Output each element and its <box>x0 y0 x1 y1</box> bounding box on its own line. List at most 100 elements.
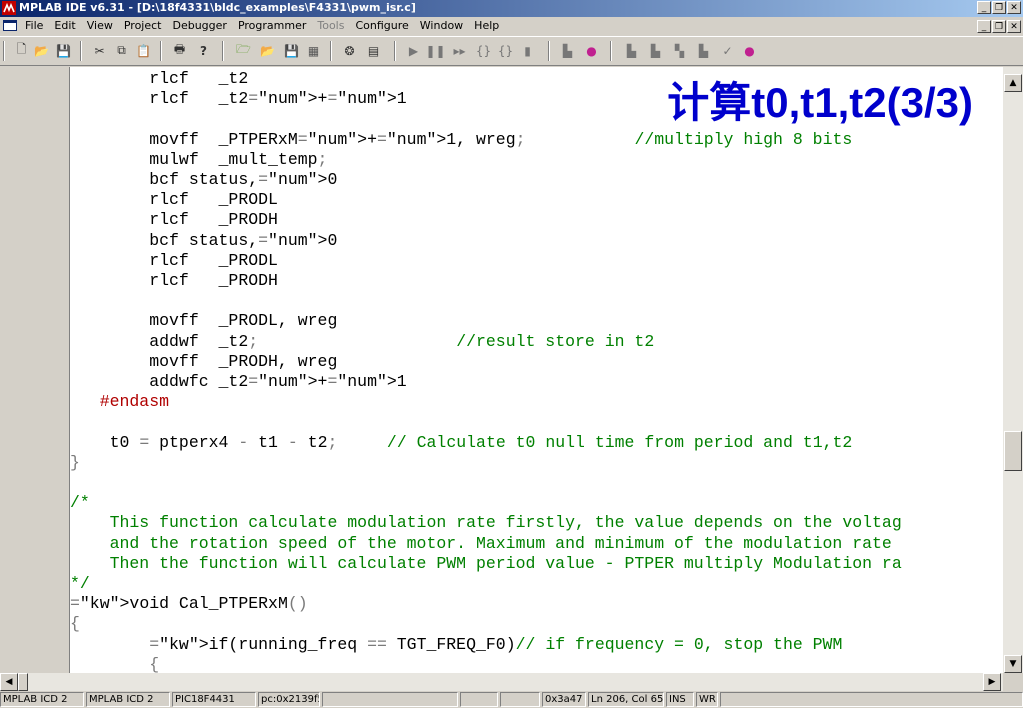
menu-configure[interactable]: Configure <box>355 19 408 32</box>
find-icon[interactable]: ❂ <box>342 43 357 58</box>
doc-minimize-button[interactable]: _ <box>977 20 991 33</box>
toolbar: 🗋 📂 💾 ✂ ⧉ 📋 🖶 ? 🗁 📂 💾 ▦ ❂ ▤ ▶ ❚❚ ▸▸ {} {… <box>0 36 1023 66</box>
menu-help[interactable]: Help <box>474 19 499 32</box>
debugger-icon[interactable]: ● <box>742 43 757 58</box>
run-icon[interactable]: ▶ <box>406 43 421 58</box>
save-project-icon[interactable]: 💾 <box>284 43 299 58</box>
code-line[interactable]: t0 = ptperx4 - t1 - t2; // Calculate t0 … <box>70 433 853 453</box>
code-line[interactable]: This function calculate modulation rate … <box>70 513 902 533</box>
document-icon[interactable] <box>3 20 17 31</box>
status-programmer: MPLAB ICD 2 <box>86 692 170 707</box>
reset-icon[interactable]: ▮ <box>520 43 535 58</box>
workspace-icon[interactable]: ▤ <box>366 43 381 58</box>
close-button[interactable]: ✕ <box>1007 1 1021 14</box>
erase-icon[interactable]: ▙ <box>696 43 711 58</box>
code-line[interactable]: movff _PRODL, wreg <box>70 311 337 331</box>
menu-programmer[interactable]: Programmer <box>238 19 306 32</box>
step-into-icon[interactable]: {} <box>476 43 491 58</box>
vertical-scrollbar[interactable]: ▲ ▼ <box>1003 67 1023 673</box>
code-line[interactable]: { <box>70 614 80 634</box>
restore-button[interactable]: ❐ <box>992 1 1006 14</box>
title-bar[interactable]: MPLAB IDE v6.31 - [D:\18f4331\bldc_examp… <box>0 0 1023 17</box>
horizontal-scroll-thumb[interactable] <box>18 673 28 691</box>
code-line[interactable]: movff _PTPERxM="num">+="num">1, wreg; //… <box>70 130 852 150</box>
code-line[interactable]: bcf status,="num">0 <box>70 231 337 251</box>
code-editor[interactable]: rlcf _t2 rlcf _t2="num">+="num">1 movff … <box>0 67 1003 673</box>
blank-check-icon[interactable]: ▚ <box>672 43 687 58</box>
doc-restore-button[interactable]: ❐ <box>992 20 1006 33</box>
menu-debugger[interactable]: Debugger <box>172 19 226 32</box>
minimize-button[interactable]: _ <box>977 1 991 14</box>
scroll-down-button[interactable]: ▼ <box>1004 655 1022 673</box>
slide-title: 计算t0,t1,t2(3/3) <box>667 79 973 126</box>
code-line[interactable]: rlcf _t2="num">+="num">1 <box>70 89 406 109</box>
menu-project[interactable]: Project <box>124 19 162 32</box>
checkmark-icon[interactable]: ✓ <box>720 43 735 58</box>
code-line[interactable]: rlcf _PRODL <box>70 251 278 271</box>
paste-icon[interactable]: 📋 <box>136 43 151 58</box>
new-file-icon[interactable]: 🗋 <box>14 42 29 58</box>
menu-tools[interactable]: Tools <box>317 19 344 32</box>
cut-icon[interactable]: ✂ <box>92 43 107 58</box>
code-line[interactable]: /* <box>70 493 90 513</box>
new-project-icon[interactable]: 🗁 <box>236 42 251 58</box>
status-empty-3 <box>500 692 540 707</box>
copy-icon[interactable]: ⧉ <box>114 43 129 58</box>
code-line[interactable]: addwfc _t2="num">+="num">1 <box>70 372 406 392</box>
build-icon[interactable]: ▦ <box>306 43 321 58</box>
code-line[interactable]: bcf status,="num">0 <box>70 170 337 190</box>
code-line[interactable]: #endasm <box>70 392 169 412</box>
status-debugger: MPLAB ICD 2 <box>0 692 84 707</box>
halt-icon[interactable]: ❚❚ <box>425 43 445 58</box>
code-line[interactable]: rlcf _PRODH <box>70 271 278 291</box>
status-empty-1 <box>322 692 458 707</box>
code-line[interactable]: addwf _t2; //result store in t2 <box>70 332 654 352</box>
save-icon[interactable]: 💾 <box>56 43 71 58</box>
menu-window[interactable]: Window <box>420 19 463 32</box>
read-device-icon[interactable]: ▙ <box>624 43 639 58</box>
status-wreg: 0x3a47 <box>542 692 586 707</box>
scroll-right-button[interactable]: ▶ <box>983 673 1001 691</box>
open-folder-icon[interactable]: 📂 <box>34 43 49 58</box>
code-line[interactable]: ="kw">void Cal_PTPERxM() <box>70 594 308 614</box>
code-line[interactable]: rlcf _PRODL <box>70 190 278 210</box>
menu-bar: File Edit View Project Debugger Programm… <box>0 17 1023 36</box>
scrollbar-corner <box>1003 673 1023 691</box>
status-empty-2 <box>460 692 498 707</box>
open-project-icon[interactable]: 📂 <box>260 43 275 58</box>
status-device: PIC18F4431 <box>172 692 256 707</box>
code-area[interactable]: rlcf _t2 rlcf _t2="num">+="num">1 movff … <box>70 67 1003 673</box>
menu-file[interactable]: File <box>25 19 43 32</box>
code-line[interactable]: ="kw">if(running_freq == TGT_FREQ_F0)// … <box>70 635 842 655</box>
code-line[interactable]: } <box>70 453 80 473</box>
status-wr: WR <box>696 692 718 707</box>
program-icon[interactable]: ▙ <box>560 43 575 58</box>
animate-icon[interactable]: ▸▸ <box>452 43 467 58</box>
editor-gutter[interactable] <box>0 67 70 673</box>
code-line[interactable]: mulwf _mult_temp; <box>70 150 327 170</box>
help-icon[interactable]: ? <box>196 43 211 58</box>
menu-edit[interactable]: Edit <box>54 19 75 32</box>
print-icon[interactable]: 🖶 <box>172 42 187 58</box>
horizontal-scrollbar[interactable]: ◀ ▶ <box>0 673 1003 691</box>
code-line[interactable]: */ <box>70 574 90 594</box>
status-ins: INS <box>666 692 694 707</box>
code-line[interactable]: and the rotation speed of the motor. Max… <box>70 534 892 554</box>
code-line[interactable]: movff _PRODH, wreg <box>70 352 337 372</box>
status-bar: MPLAB ICD 2 MPLAB ICD 2 PIC18F4431 pc:0x… <box>0 691 1023 708</box>
step-over-icon[interactable]: {} <box>498 43 513 58</box>
target-icon[interactable]: ● <box>584 43 599 58</box>
code-line[interactable]: rlcf _PRODH <box>70 210 278 230</box>
status-pc: pc:0x2139f5 <box>258 692 320 707</box>
code-line[interactable]: Then the function will calculate PWM per… <box>70 554 902 574</box>
mplab-app-icon[interactable] <box>2 1 16 15</box>
menu-view[interactable]: View <box>87 19 113 32</box>
scroll-left-button[interactable]: ◀ <box>0 673 18 691</box>
vertical-scroll-thumb[interactable] <box>1004 431 1022 471</box>
scroll-up-button[interactable]: ▲ <box>1004 74 1022 92</box>
code-line[interactable]: { <box>70 655 159 673</box>
window-title: MPLAB IDE v6.31 - [D:\18f4331\bldc_examp… <box>19 1 416 14</box>
verify-icon[interactable]: ▙ <box>648 43 663 58</box>
code-line[interactable]: rlcf _t2 <box>70 69 248 89</box>
doc-close-button[interactable]: ✕ <box>1007 20 1021 33</box>
